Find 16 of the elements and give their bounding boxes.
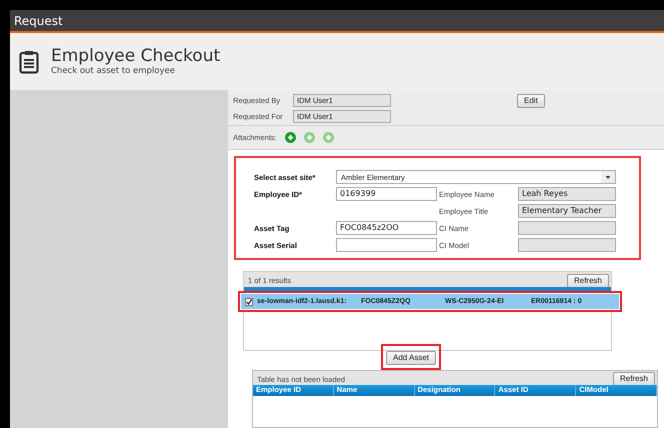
- refresh-button[interactable]: Refresh: [566, 274, 609, 288]
- add-icon[interactable]: [284, 132, 296, 143]
- input-field[interactable]: [336, 238, 437, 252]
- input-field[interactable]: 0169399: [336, 187, 437, 201]
- clipboard-icon: [19, 50, 39, 74]
- readonly-field: Elementary Teacher: [518, 204, 616, 218]
- caret-icon: [601, 171, 615, 183]
- edit-button[interactable]: Edit: [517, 94, 545, 108]
- page-subtitle: Check out asset to employee: [51, 66, 176, 76]
- refresh-button[interactable]: Refresh: [612, 372, 655, 386]
- window-title: Request: [14, 14, 63, 28]
- readonly-field: Leah Reyes: [518, 187, 616, 201]
- add-asset-button[interactable]: Add Asset: [386, 351, 436, 365]
- page-title: Employee Checkout: [51, 47, 220, 66]
- input-field[interactable]: FOC0845z2OO: [336, 221, 437, 235]
- checkbox[interactable]: [245, 298, 253, 306]
